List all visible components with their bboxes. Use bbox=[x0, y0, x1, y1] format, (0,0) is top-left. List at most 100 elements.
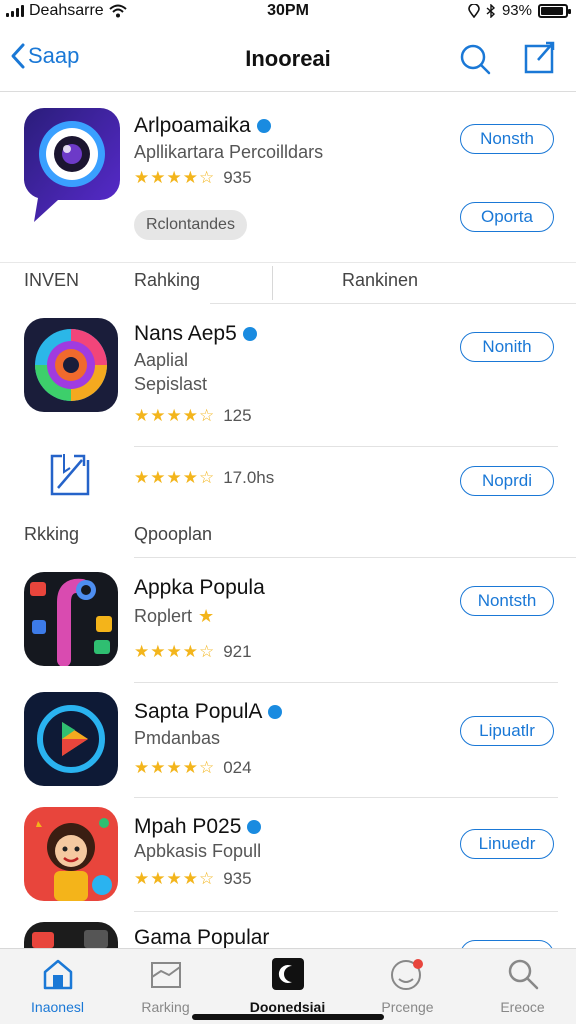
status-right: 93% bbox=[468, 2, 571, 19]
app-name: Nans Aep5 bbox=[134, 322, 257, 346]
back-label: Saap bbox=[28, 43, 80, 68]
camera-app-icon bbox=[24, 108, 120, 224]
app-row-1[interactable]: Nans Aep5 Aaplial Sepislast ★★★★☆ 125 No… bbox=[0, 318, 576, 438]
app-subtitle: Pmdanbas bbox=[134, 728, 221, 748]
divider bbox=[134, 557, 576, 558]
section-header-2: Rkking Qpooplan bbox=[0, 516, 576, 558]
get-button[interactable]: Lipuatlr bbox=[460, 716, 554, 746]
app-name-text: Nans Aep5 bbox=[134, 322, 237, 345]
tab-home[interactable]: Inaonesl bbox=[0, 957, 115, 1017]
battery-percent: 93% bbox=[501, 2, 532, 19]
app-name-text: Arlpoamaika bbox=[134, 114, 251, 137]
app-name-text: Mpah P025 bbox=[134, 815, 242, 838]
rating: ★★★★☆ 935 bbox=[134, 168, 252, 188]
app-name: Mpah P025 bbox=[134, 815, 262, 839]
profile-icon bbox=[390, 959, 423, 990]
get-button[interactable]: Nontsth bbox=[460, 586, 554, 616]
verified-icon bbox=[242, 327, 257, 341]
section-label-mid[interactable]: Qpooplan bbox=[134, 524, 212, 545]
rating-count: 125 bbox=[223, 406, 252, 425]
star-rating-icon: ★★★★☆ bbox=[134, 406, 216, 425]
tab-profile[interactable]: Prcenge bbox=[350, 957, 465, 1017]
get-button[interactable]: Noprdi bbox=[460, 466, 554, 496]
app-subtitle: Aaplial bbox=[134, 350, 189, 370]
search-button[interactable] bbox=[458, 42, 492, 81]
compose-icon bbox=[524, 41, 555, 74]
home-indicator[interactable] bbox=[192, 1014, 384, 1020]
tab-search[interactable]: Ereoce bbox=[465, 957, 576, 1017]
back-button[interactable]: Saap bbox=[10, 42, 79, 70]
divider bbox=[134, 446, 558, 447]
star-rating-icon: ★★★★☆ bbox=[134, 642, 216, 661]
search-icon bbox=[508, 959, 538, 990]
edit-icon bbox=[48, 450, 94, 505]
get-button[interactable] bbox=[460, 940, 554, 948]
divider bbox=[134, 797, 558, 798]
swirl-app-icon bbox=[24, 318, 118, 412]
app-subtitle: Apllikartara Percoilldars bbox=[134, 142, 324, 162]
app-name-text: Sapta PopulA bbox=[134, 700, 263, 723]
tab-ranking[interactable]: Rarking bbox=[108, 957, 223, 1017]
tab-bar: Inaonesl Rarking Doonedsiai Prcenge Ereo… bbox=[0, 948, 576, 1024]
rating-count: 935 bbox=[223, 869, 252, 888]
tab-label: Doonedsiai bbox=[249, 999, 326, 1015]
media-app-icon bbox=[24, 572, 118, 666]
home-icon bbox=[43, 959, 72, 990]
battery-fill bbox=[541, 6, 564, 15]
app-row-2[interactable]: Appka Popula Roplert ★ ★★★★☆ 921 Nontsth bbox=[0, 572, 576, 672]
get-button[interactable]: Nonsth bbox=[460, 124, 554, 154]
app-name: Appka Popula bbox=[134, 576, 265, 599]
app-name: Sapta PopulA bbox=[134, 700, 283, 724]
get-button[interactable]: Nonith bbox=[460, 332, 554, 362]
tab-label: Prcenge bbox=[381, 999, 434, 1015]
tab-label: Rarking bbox=[141, 999, 190, 1015]
open-button[interactable]: Oporta bbox=[460, 202, 554, 232]
tab-label: Ereoce bbox=[500, 999, 545, 1015]
app-icon bbox=[271, 958, 304, 990]
game-app-icon bbox=[24, 922, 118, 948]
rating: ★★★★☆ 935 bbox=[134, 869, 252, 889]
section-label-right[interactable]: Rankinen bbox=[342, 270, 418, 291]
section-label-left[interactable]: INVEN bbox=[24, 270, 79, 291]
verified-icon bbox=[247, 820, 262, 834]
battery-icon bbox=[538, 3, 571, 18]
verified-icon bbox=[256, 119, 271, 133]
app-row-5[interactable]: Gama Popular bbox=[0, 920, 576, 948]
rating-count: 921 bbox=[223, 642, 252, 661]
verified-icon bbox=[268, 705, 283, 719]
get-button[interactable]: Linuedr bbox=[460, 829, 554, 859]
rating-count: 935 bbox=[223, 168, 252, 187]
rating-count: 024 bbox=[223, 758, 252, 777]
vertical-divider bbox=[272, 266, 273, 300]
app-subtitle: Roplert ★ bbox=[134, 606, 214, 627]
search-icon bbox=[460, 44, 491, 75]
compose-button[interactable] bbox=[524, 40, 556, 81]
location-icon bbox=[468, 3, 480, 18]
app-name: Gama Popular bbox=[134, 926, 270, 948]
section-label-left[interactable]: Rkking bbox=[24, 524, 79, 545]
tab-apps[interactable]: Doonedsiai bbox=[230, 957, 345, 1017]
rating: ★★★★☆ 125 bbox=[134, 406, 252, 426]
bluetooth-icon bbox=[486, 3, 495, 18]
app-row-4[interactable]: Mpah P025 Apbkasis Fopull ★★★★☆ 935 Linu… bbox=[0, 807, 576, 907]
app-subtitle-text: Roplert bbox=[134, 606, 193, 626]
app-subtitle-2: Sepislast bbox=[134, 374, 208, 394]
app-subtitle: Apbkasis Fopull bbox=[134, 841, 262, 861]
star-rating-icon: ★★★★☆ bbox=[134, 168, 216, 187]
app-row-3[interactable]: Sapta PopulA Pmdanbas ★★★★☆ 024 Lipuatlr bbox=[0, 692, 576, 792]
status-bar: Deahsarre 30PM 93% bbox=[0, 0, 576, 22]
character-app-icon bbox=[24, 807, 118, 901]
play-app-icon bbox=[24, 692, 118, 786]
section-label-mid[interactable]: Rahking bbox=[134, 270, 200, 291]
app-row-1b[interactable]: ★★★★☆ 17.0hs Noprdi bbox=[0, 450, 576, 510]
star-rating-icon: ★★★★☆ bbox=[134, 869, 216, 888]
category-chip[interactable]: Rclontandes bbox=[134, 210, 247, 240]
rating: ★★★★☆ 024 bbox=[134, 758, 252, 778]
rating-count: 17.0hs bbox=[223, 468, 275, 487]
divider bbox=[134, 911, 558, 912]
rating: ★★★★☆ 17.0hs bbox=[134, 468, 274, 488]
featured-app[interactable]: Arlpoamaika Apllikartara Percoilldars ★★… bbox=[0, 108, 576, 258]
chevron-left-icon bbox=[11, 43, 25, 69]
divider bbox=[210, 303, 576, 304]
star-rating-icon: ★★★★☆ bbox=[134, 468, 216, 487]
